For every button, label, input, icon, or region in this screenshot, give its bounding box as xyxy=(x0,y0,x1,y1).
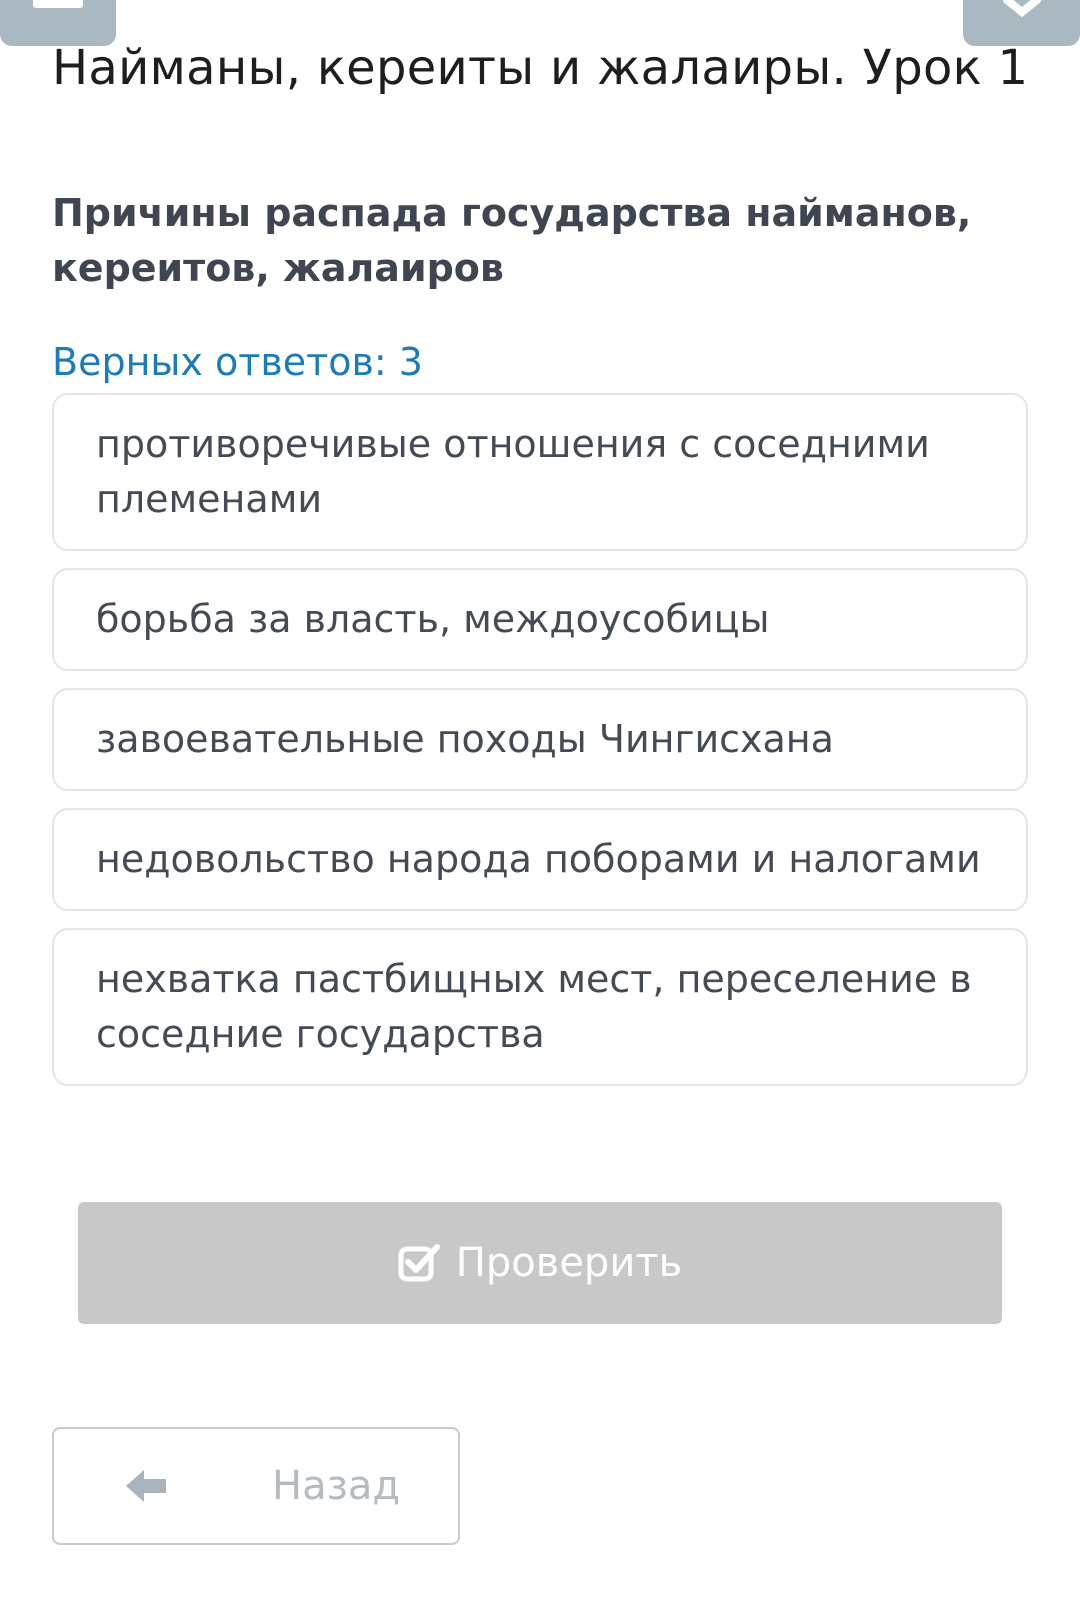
menu-icon xyxy=(33,0,83,8)
back-button-label: Назад xyxy=(272,1463,401,1509)
close-icon xyxy=(1003,0,1041,18)
answer-option[interactable]: противоречивые отношения с соседними пле… xyxy=(52,393,1028,551)
answer-option[interactable]: нехватка пастбищных мест, переселение в … xyxy=(52,928,1028,1086)
check-button[interactable]: Проверить xyxy=(78,1202,1002,1324)
back-button[interactable]: Назад xyxy=(52,1427,460,1545)
correct-answers-count: Верных ответов: 3 xyxy=(52,340,423,384)
arrow-left-icon xyxy=(126,1470,166,1502)
answer-options: противоречивые отношения с соседними пле… xyxy=(52,393,1028,1103)
answer-option[interactable]: борьба за власть, междоусобицы xyxy=(52,568,1028,671)
question-text: Причины распада государства найманов, ке… xyxy=(52,191,972,290)
lesson-title: Найманы, кереиты и жалаиры. Урок 1 xyxy=(52,40,1029,96)
checkbox-check-icon xyxy=(398,1244,440,1282)
check-button-label: Проверить xyxy=(455,1240,683,1286)
answer-option[interactable]: завоевательные походы Чингисхана xyxy=(52,688,1028,791)
answer-option[interactable]: недовольство народа поборами и налогами xyxy=(52,808,1028,911)
